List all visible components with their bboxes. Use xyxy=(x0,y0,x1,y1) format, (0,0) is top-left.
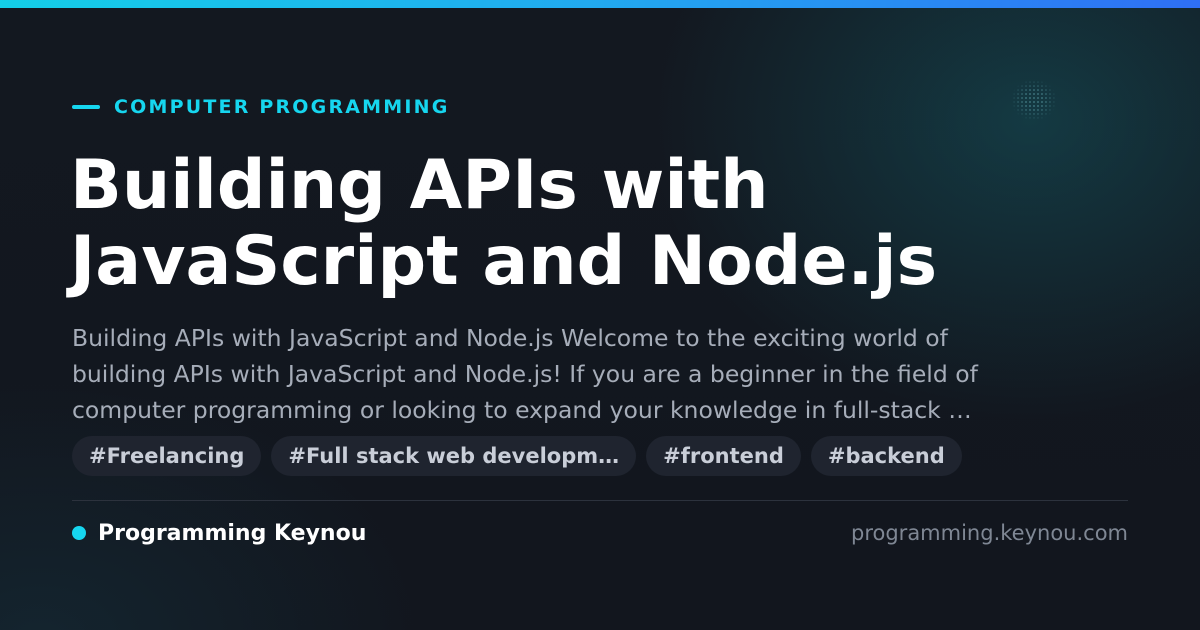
tag-backend: #backend xyxy=(810,436,962,476)
category-label: COMPUTER PROGRAMMING xyxy=(114,96,450,118)
category-header: COMPUTER PROGRAMMING xyxy=(72,95,450,119)
excerpt-line: Building APIs with JavaScript and Node.j… xyxy=(72,324,948,352)
category-accent-line xyxy=(72,105,100,109)
title-line: Building APIs with xyxy=(70,146,769,225)
page-title: Building APIs with JavaScript and Node.j… xyxy=(70,148,1130,300)
tag-list: #Freelancing #Full stack web developm… #… xyxy=(72,436,962,476)
title-line: JavaScript and Node.js xyxy=(70,222,938,301)
site-domain: programming.keynou.com xyxy=(851,521,1128,545)
brand-name: Programming Keynou xyxy=(98,520,367,546)
footer-divider xyxy=(72,500,1128,501)
excerpt-line: building APIs with JavaScript and Node.j… xyxy=(72,360,978,388)
tag-frontend: #frontend xyxy=(646,436,801,476)
brand: Programming Keynou xyxy=(72,518,366,548)
article-excerpt: Building APIs with JavaScript and Node.j… xyxy=(72,320,1132,428)
excerpt-line: computer programming or looking to expan… xyxy=(72,396,972,424)
dot-pattern-decoration xyxy=(1012,80,1056,120)
brand-dot-icon xyxy=(72,526,86,540)
top-accent-bar xyxy=(0,0,1200,8)
tag-full-stack-web-development: #Full stack web developm… xyxy=(271,436,637,476)
tag-freelancing: #Freelancing xyxy=(72,436,262,476)
